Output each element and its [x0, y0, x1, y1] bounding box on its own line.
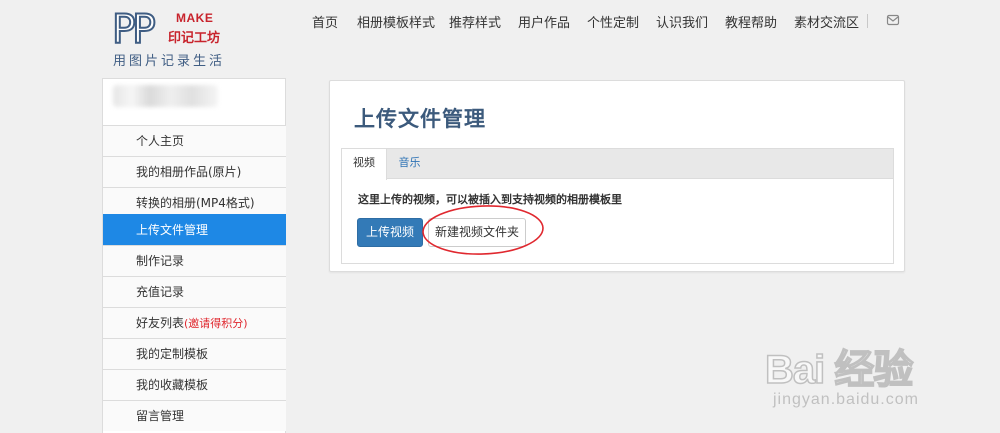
- sidebar-item-my-albums[interactable]: 我的相册作品(原片): [103, 156, 286, 187]
- upload-management-panel: 上传文件管理 视频 音乐 这里上传的视频，可以被插入到支持视频的相册模板里 上传…: [329, 80, 905, 272]
- watermark-logo-text: Bai 经验: [764, 347, 914, 393]
- baidu-jingyan-watermark: Bai 经验 jingyan.baidu.com: [764, 333, 990, 428]
- user-sidebar: 个人主页 我的相册作品(原片) 转换的相册(MP4格式) 上传文件管理 制作记录…: [102, 78, 286, 433]
- logo-slogan: 用图片记录生活: [113, 54, 226, 69]
- site-logo[interactable]: PP MAKE 印记工坊 用图片记录生活: [111, 7, 227, 70]
- tabs-container: 视频 音乐 这里上传的视频，可以被插入到支持视频的相册模板里 上传视频 新建视频…: [341, 148, 894, 264]
- sidebar-item-label: 我的定制模板: [136, 347, 209, 361]
- sidebar-item-label: 我的相册作品(原片): [136, 165, 242, 179]
- nav-user-works[interactable]: 用户作品: [518, 12, 570, 31]
- sidebar-item-friends[interactable]: 好友列表(邀请得积分): [103, 307, 286, 338]
- new-video-folder-button[interactable]: 新建视频文件夹: [428, 218, 526, 247]
- nav-recommended[interactable]: 推荐样式: [449, 12, 501, 31]
- nav-help[interactable]: 教程帮助: [725, 12, 777, 31]
- sidebar-item-label: 转换的相册(MP4格式): [136, 196, 255, 210]
- sidebar-item-favorite-templates[interactable]: 我的收藏模板: [103, 369, 286, 400]
- nav-material-exchange[interactable]: 素材交流区: [794, 12, 859, 31]
- sidebar-item-label: 个人主页: [136, 134, 185, 148]
- nav-custom[interactable]: 个性定制: [587, 12, 639, 31]
- logo-brand-name: 印记工坊: [168, 31, 221, 46]
- invite-note: (邀请得积分): [184, 317, 248, 330]
- tab-music[interactable]: 音乐: [387, 149, 432, 180]
- envelope-icon[interactable]: [886, 13, 900, 27]
- page-title: 上传文件管理: [354, 107, 486, 131]
- logo-letters: PP: [111, 7, 157, 53]
- sidebar-item-label: 上传文件管理: [136, 223, 209, 237]
- logo-make-text: MAKE: [176, 11, 214, 25]
- sidebar-item-messages[interactable]: 留言管理: [103, 400, 286, 431]
- watermark-url: jingyan.baidu.com: [773, 391, 919, 408]
- sidebar-item-label: 留言管理: [136, 409, 185, 423]
- nav-about-us[interactable]: 认识我们: [656, 12, 708, 31]
- nav-divider: [867, 14, 868, 28]
- nav-album-templates[interactable]: 相册模板样式: [357, 12, 435, 31]
- sidebar-item-home[interactable]: 个人主页: [103, 125, 286, 156]
- sidebar-item-label: 制作记录: [136, 254, 185, 268]
- tab-strip: 视频 音乐: [342, 149, 893, 180]
- upload-description: 这里上传的视频，可以被插入到支持视频的相册模板里: [358, 193, 622, 206]
- tab-video[interactable]: 视频: [342, 149, 387, 180]
- sidebar-item-label: 好友列表: [136, 316, 185, 330]
- sidebar-item-production-records[interactable]: 制作记录: [103, 245, 286, 276]
- blurred-username: [113, 85, 218, 107]
- nav-home[interactable]: 首页: [312, 12, 338, 31]
- sidebar-item-label: 充值记录: [136, 285, 185, 299]
- upload-video-button[interactable]: 上传视频: [357, 218, 423, 247]
- sidebar-item-custom-templates[interactable]: 我的定制模板: [103, 338, 286, 369]
- sidebar-item-recharge-records[interactable]: 充值记录: [103, 276, 286, 307]
- sidebar-item-label: 我的收藏模板: [136, 378, 209, 392]
- sidebar-item-upload-management[interactable]: 上传文件管理: [103, 214, 286, 245]
